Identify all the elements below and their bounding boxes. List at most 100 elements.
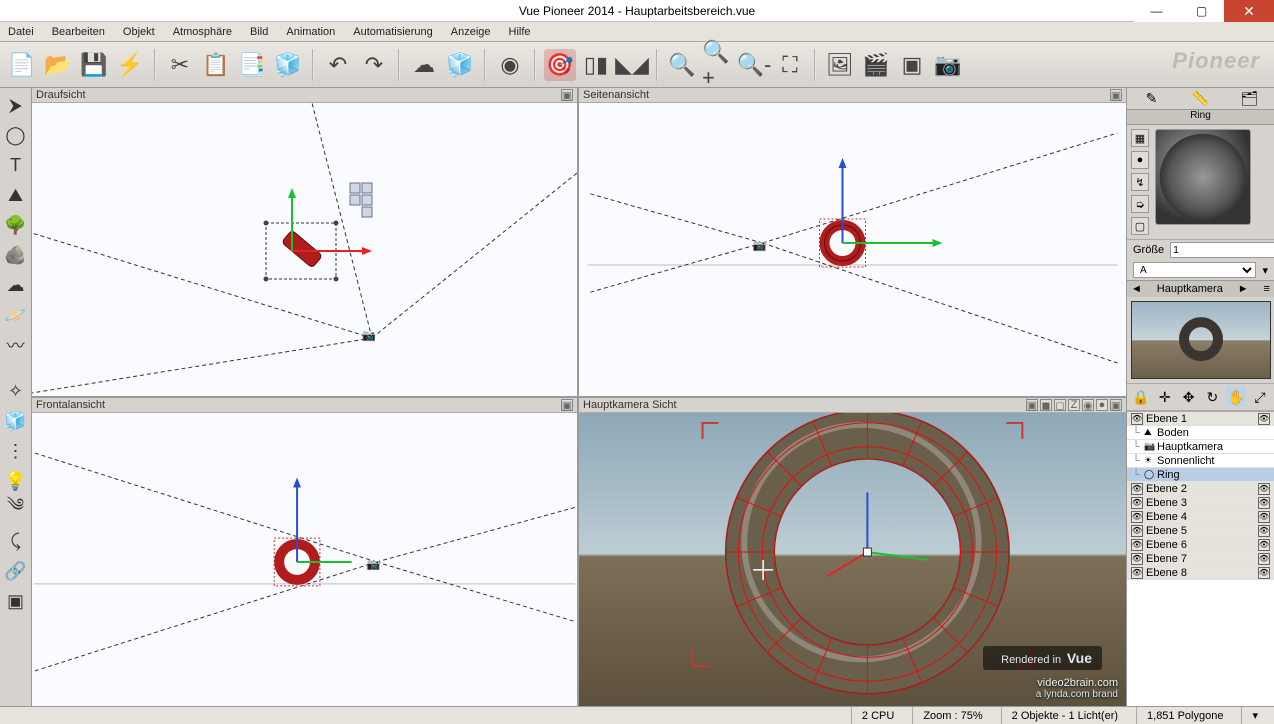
wave-tool-icon[interactable]: 〰 xyxy=(3,332,29,358)
terrain-tool-icon[interactable]: ⛰ xyxy=(3,182,29,208)
layer-object-row[interactable]: └📷Hauptkamera xyxy=(1127,440,1274,454)
viewport-maximize-icon[interactable]: ▣ xyxy=(561,89,573,101)
menu-item-bild[interactable]: Bild xyxy=(250,26,268,38)
cube-tool-icon[interactable]: 🧊 xyxy=(3,408,29,434)
mat-checker-icon[interactable]: ▦ xyxy=(1131,129,1149,147)
layer-row[interactable]: 👁 Ebene 3 👁 xyxy=(1127,496,1274,510)
viewport-top[interactable]: Draufsicht ▣ xyxy=(32,88,577,396)
vp-option-2-icon[interactable]: ◼ xyxy=(1040,399,1052,411)
visibility-toggle-icon[interactable]: 👁 xyxy=(1131,497,1143,509)
vp-option-3-icon[interactable]: ◻ xyxy=(1054,399,1066,411)
menu-item-hilfe[interactable]: Hilfe xyxy=(509,26,531,38)
visibility-eye-icon[interactable]: 👁 xyxy=(1258,483,1270,495)
mat-sphere-icon[interactable]: ● xyxy=(1131,151,1149,169)
tab-measure-icon[interactable]: 📏 xyxy=(1176,88,1225,109)
gizmo-move-icon[interactable]: ✥ xyxy=(1179,387,1199,407)
layer-row[interactable]: 👁 Ebene 4 👁 xyxy=(1127,510,1274,524)
atmosphere-icon[interactable]: ☁ xyxy=(408,49,440,81)
viewport-maximize-icon[interactable]: ▣ xyxy=(1110,89,1122,101)
layer-row[interactable]: 👁 Ebene 8 👁 xyxy=(1127,566,1274,580)
camera-menu-icon[interactable]: ≡ xyxy=(1264,283,1270,295)
gizmo-rotate-icon[interactable]: ↻ xyxy=(1202,387,1222,407)
menu-item-objekt[interactable]: Objekt xyxy=(123,26,155,38)
cut-icon[interactable]: ✂ xyxy=(164,49,196,81)
viewport-camera[interactable]: Hauptkamera Sicht ▣ ◼ ◻ Z ◉ ● ▣ xyxy=(579,398,1126,706)
camera-icon[interactable]: 📷 xyxy=(932,49,964,81)
link-tool-icon[interactable]: 🔗 xyxy=(3,558,29,584)
camera-next-icon[interactable]: ► xyxy=(1238,283,1249,295)
wind-tool-icon[interactable]: ༄ xyxy=(3,498,29,524)
cloud-tool-icon[interactable]: ☁ xyxy=(3,272,29,298)
ecosystem-icon[interactable]: ◉ xyxy=(494,49,526,81)
layer-object-row[interactable]: └☀Sonnenlicht xyxy=(1127,454,1274,468)
visibility-eye-icon[interactable]: 👁 xyxy=(1258,553,1270,565)
rock-tool-icon[interactable]: 🪨 xyxy=(3,242,29,268)
material-preview[interactable] xyxy=(1155,129,1251,225)
menu-item-anzeige[interactable]: Anzeige xyxy=(451,26,491,38)
menu-item-automatisierung[interactable]: Automatisierung xyxy=(353,26,433,38)
menu-item-animation[interactable]: Animation xyxy=(286,26,335,38)
dots-tool-icon[interactable]: ⋮ xyxy=(3,438,29,464)
minimize-button[interactable]: — xyxy=(1134,0,1179,22)
camera-prev-icon[interactable]: ◄ xyxy=(1131,283,1142,295)
picture-icon[interactable]: 🖼 xyxy=(824,49,856,81)
gizmo-lock-icon[interactable]: 🔒 xyxy=(1131,387,1151,407)
frame-icon[interactable]: ▣ xyxy=(896,49,928,81)
render-icon[interactable]: 🎯 xyxy=(544,49,576,81)
visibility-toggle-icon[interactable]: 👁 xyxy=(1131,567,1143,579)
visibility-toggle-icon[interactable]: 👁 xyxy=(1131,553,1143,565)
zoom-extents-icon[interactable]: ⛶ xyxy=(774,49,806,81)
menu-item-atmosphäre[interactable]: Atmosphäre xyxy=(173,26,232,38)
tab-edit-icon[interactable]: ✎ xyxy=(1127,88,1176,109)
viewport-maximize-icon[interactable]: ▣ xyxy=(561,399,573,411)
gizmo-axis-icon[interactable]: ✛ xyxy=(1155,387,1175,407)
status-dropdown-icon[interactable]: ▾ xyxy=(1241,707,1268,724)
planet-tool-icon[interactable]: 🪐 xyxy=(3,302,29,328)
vp-option-1-icon[interactable]: ▣ xyxy=(1026,399,1038,411)
copy-icon[interactable]: 📋 xyxy=(200,49,232,81)
menu-item-datei[interactable]: Datei xyxy=(8,26,34,38)
layer-row[interactable]: 👁 Ebene 5 👁 xyxy=(1127,524,1274,538)
text-tool-icon[interactable]: T xyxy=(3,152,29,178)
gizmo-hand-icon[interactable]: ✋ xyxy=(1226,387,1246,407)
visibility-toggle-icon[interactable]: 👁 xyxy=(1131,511,1143,523)
open-folder-icon[interactable]: 📂 xyxy=(42,49,74,81)
layer-object-row[interactable]: └⛰Boden xyxy=(1127,426,1274,440)
viewport-side[interactable]: Seitenansicht ▣ xyxy=(579,88,1126,396)
vp-maximize-icon[interactable]: ▣ xyxy=(1110,399,1122,411)
visibility-eye-icon[interactable]: 👁 xyxy=(1258,497,1270,509)
zoom-fit-icon[interactable]: 🔍 xyxy=(666,49,698,81)
paste-icon[interactable]: 📑 xyxy=(236,49,268,81)
visibility-toggle-icon[interactable]: 👁 xyxy=(1131,483,1143,495)
visibility-eye-icon[interactable]: 👁 xyxy=(1258,539,1270,551)
quick-render-icon[interactable]: ⚡ xyxy=(114,49,146,81)
mat-convert-icon[interactable]: ↯ xyxy=(1131,173,1149,191)
gizmo-tool-icon[interactable]: ✧ xyxy=(3,378,29,404)
dropdown-icon[interactable]: ▾ xyxy=(1262,264,1268,277)
new-file-icon[interactable]: 📄 xyxy=(6,49,38,81)
sphere-tool-icon[interactable]: ◯ xyxy=(3,122,29,148)
aspect-select[interactable]: A xyxy=(1133,262,1256,278)
camera-preview[interactable] xyxy=(1131,301,1271,379)
visibility-eye-icon[interactable]: 👁 xyxy=(1258,525,1270,537)
visibility-toggle-icon[interactable]: 👁 xyxy=(1131,525,1143,537)
visibility-eye-icon[interactable]: 👁 xyxy=(1258,413,1270,425)
visibility-eye-icon[interactable]: 👁 xyxy=(1258,511,1270,523)
layer-object-row[interactable]: └◯Ring xyxy=(1127,468,1274,482)
vp-option-5-icon[interactable]: ◉ xyxy=(1082,399,1094,411)
size-input[interactable] xyxy=(1170,242,1274,258)
vp-option-4-icon[interactable]: Z xyxy=(1068,399,1080,411)
layer-row[interactable]: 👁 Ebene 6 👁 xyxy=(1127,538,1274,552)
menu-item-bearbeiten[interactable]: Bearbeiten xyxy=(52,26,105,38)
undo-icon[interactable]: ↶ xyxy=(322,49,354,81)
clapboard-icon[interactable]: 🎬 xyxy=(860,49,892,81)
render-options-icon[interactable]: ▯▮ xyxy=(580,49,612,81)
zoom-out-icon[interactable]: 🔍- xyxy=(738,49,770,81)
material-icon[interactable]: 🧊 xyxy=(444,49,476,81)
layer-row[interactable]: 👁 Ebene 1 👁 xyxy=(1127,412,1274,426)
select-tool-icon[interactable]: ⮞ xyxy=(3,92,29,118)
zoom-in-icon[interactable]: 🔍+ xyxy=(702,49,734,81)
close-button[interactable]: ✕ xyxy=(1224,0,1274,22)
curve-tool-icon[interactable]: ⤹ xyxy=(3,528,29,554)
gizmo-scale-icon[interactable]: ⤢ xyxy=(1250,387,1270,407)
